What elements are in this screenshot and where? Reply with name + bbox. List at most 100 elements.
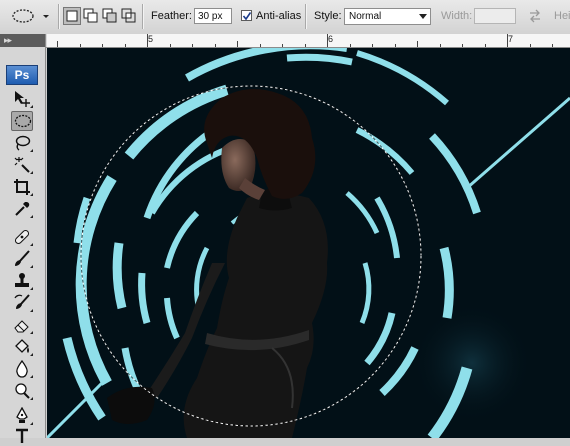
dodge-tool[interactable] — [11, 381, 33, 401]
lasso-icon — [15, 135, 31, 151]
tool-preset-picker[interactable] — [6, 5, 54, 27]
ruler-tick — [327, 34, 328, 47]
style-label: Style: — [314, 10, 342, 22]
tool-flyout-icon — [30, 309, 33, 312]
elliptical-marquee-icon — [12, 9, 49, 23]
tool-flyout-icon — [30, 105, 33, 108]
crop-tool[interactable] — [11, 177, 33, 197]
width-input[interactable] — [474, 8, 516, 24]
toolbox-grip[interactable]: ▸▸ — [0, 34, 45, 47]
drop-icon — [16, 360, 28, 378]
magic-wand-tool[interactable] — [11, 155, 33, 175]
chevron-down-icon — [419, 14, 427, 19]
toolbar-divider — [305, 4, 307, 29]
ruler-tick — [372, 44, 373, 47]
stamp-icon — [15, 273, 29, 287]
clone-stamp-tool[interactable] — [11, 271, 33, 291]
brush-tool[interactable] — [11, 249, 33, 269]
pen-tool[interactable] — [11, 406, 33, 426]
pen-icon — [16, 407, 28, 423]
move-tool[interactable] — [11, 89, 33, 109]
tool-flyout-icon — [30, 375, 33, 378]
lasso-tool[interactable] — [11, 133, 33, 153]
history-brush-tool[interactable] — [11, 293, 33, 313]
ruler-tick — [507, 34, 508, 47]
horizontal-ruler: 5 6 7 — [47, 34, 570, 48]
ruler-tick — [529, 44, 531, 47]
magic-wand-icon — [14, 157, 30, 173]
history-brush-icon — [14, 294, 30, 309]
ruler-tick — [192, 44, 193, 47]
ruler-tick — [552, 44, 553, 47]
feather-label: Feather: — [151, 10, 192, 22]
ruler-tick — [349, 44, 351, 47]
document-canvas[interactable] — [47, 48, 570, 438]
toolbar-divider — [58, 4, 60, 29]
healing-brush-tool[interactable] — [11, 227, 33, 247]
ruler-tick — [214, 44, 216, 47]
ruler-tick — [304, 44, 306, 47]
intersect-selection-icon — [121, 8, 136, 23]
tool-flyout-icon — [30, 149, 33, 152]
ruler-number: 7 — [508, 34, 514, 44]
toolbox: ▸▸ Ps — [0, 34, 46, 443]
paint-bucket-icon — [15, 339, 29, 353]
eyedropper-tool[interactable] — [11, 199, 33, 219]
style-select-value: Normal — [349, 11, 382, 22]
type-tool[interactable] — [11, 426, 33, 446]
ruler-tick — [282, 44, 283, 47]
tool-flyout-icon — [30, 215, 33, 218]
tool-flyout-icon — [30, 287, 33, 290]
ruler-tick — [169, 44, 171, 47]
add-selection-icon — [83, 8, 98, 23]
blur-tool[interactable] — [11, 359, 33, 379]
tool-flyout-icon — [30, 331, 33, 334]
options-bar: Feather: 30 px Anti-alias Style: Normal … — [0, 0, 570, 35]
ruler-tick — [439, 44, 441, 47]
subtract-selection-icon — [102, 8, 117, 23]
move-icon — [15, 91, 30, 107]
ruler-tick — [102, 44, 103, 47]
anti-alias-label: Anti-alias — [256, 10, 302, 22]
tool-flyout-icon — [30, 422, 33, 425]
anti-alias-checkbox[interactable] — [241, 10, 252, 21]
ruler-tick — [79, 44, 81, 47]
intersect-selection-button[interactable] — [120, 7, 138, 25]
height-label: Hei — [554, 10, 570, 22]
add-to-selection-button[interactable] — [82, 7, 100, 25]
selection-mode-group — [63, 7, 137, 25]
dodge-icon — [15, 383, 30, 399]
ruler-tick — [259, 44, 261, 47]
tool-flyout-icon — [30, 397, 33, 400]
ruler-number: 6 — [328, 34, 334, 44]
subtract-from-selection-button[interactable] — [101, 7, 119, 25]
feather-input[interactable]: 30 px — [194, 8, 232, 24]
ruler-tick — [124, 44, 126, 47]
new-selection-button[interactable] — [63, 7, 81, 25]
eyedropper-icon — [15, 202, 30, 216]
ps-logo[interactable]: Ps — [6, 65, 38, 85]
ruler-tick — [57, 41, 58, 47]
eraser-tool[interactable] — [11, 315, 33, 335]
toolbar-divider — [142, 4, 144, 29]
eraser-icon — [14, 320, 29, 333]
ruler-tick — [237, 41, 238, 47]
tool-flyout-icon — [30, 171, 33, 174]
tool-flyout-icon — [30, 193, 33, 196]
elliptical-marquee-tool[interactable] — [11, 111, 33, 131]
tool-flyout-icon — [30, 265, 33, 268]
ruler-number: 5 — [148, 34, 154, 44]
ring-arc — [439, 246, 454, 319]
tool-flyout-icon — [30, 243, 33, 246]
ruler-tick — [484, 44, 486, 47]
paint-bucket-tool[interactable] — [11, 337, 33, 357]
type-icon — [16, 428, 28, 443]
crop-icon — [14, 179, 30, 195]
ruler-tick — [394, 44, 396, 47]
swap-width-height-icon[interactable] — [528, 9, 542, 23]
width-label: Width: — [441, 10, 473, 22]
ruler-tick — [417, 41, 418, 47]
style-select[interactable]: Normal — [344, 8, 431, 25]
elliptical-marquee-icon — [14, 114, 32, 128]
ruler-tick — [462, 44, 463, 47]
